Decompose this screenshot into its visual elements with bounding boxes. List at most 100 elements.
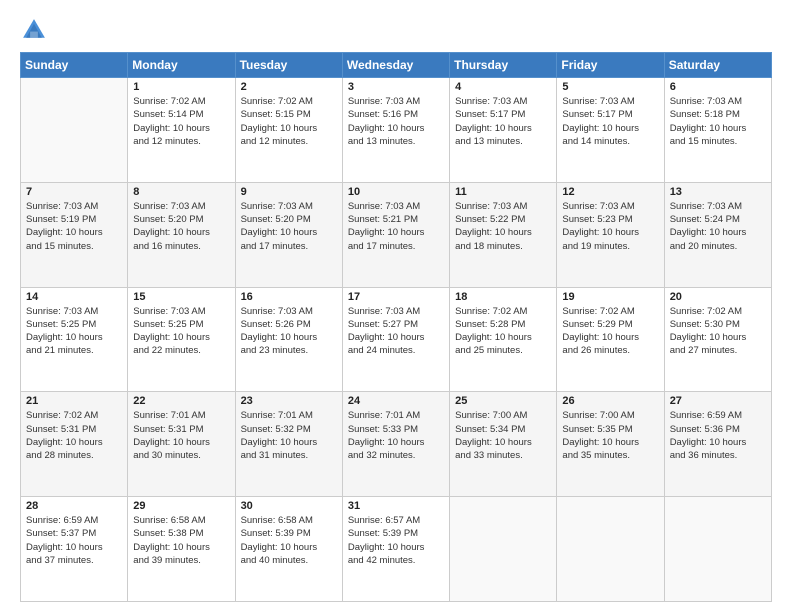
day-number: 1	[133, 81, 229, 93]
weekday-header: Tuesday	[235, 53, 342, 78]
day-number: 22	[133, 395, 229, 407]
weekday-header: Thursday	[450, 53, 557, 78]
calendar-cell: 21Sunrise: 7:02 AMSunset: 5:31 PMDayligh…	[21, 392, 128, 497]
day-number: 26	[562, 395, 658, 407]
day-info: Sunrise: 7:03 AMSunset: 5:22 PMDaylight:…	[455, 200, 551, 253]
day-info: Sunrise: 7:01 AMSunset: 5:33 PMDaylight:…	[348, 409, 444, 462]
calendar-cell: 9Sunrise: 7:03 AMSunset: 5:20 PMDaylight…	[235, 182, 342, 287]
calendar-cell: 1 Sunrise: 7:02 AMSunset: 5:14 PMDaylight…	[128, 78, 235, 183]
calendar-cell: 23 Sunrise: 7:01 AMSunset: 5:32 PMDayligh…	[235, 392, 342, 497]
day-info: Sunrise: 7:02 AMSunset: 5:29 PMDaylight:…	[562, 305, 658, 358]
day-number: 27	[670, 395, 766, 407]
calendar-cell	[450, 497, 557, 602]
day-number: 25	[455, 395, 551, 407]
day-info: Sunrise: 7:00 AMSunset: 5:35 PMDaylight:…	[562, 409, 658, 462]
calendar-cell: 4 Sunrise: 7:03 AMSunset: 5:17 PMDaylight…	[450, 78, 557, 183]
day-info: Sunrise: 7:01 AMSunset: 5:31 PMDaylight:…	[133, 409, 229, 462]
day-info: Sunrise: 6:59 AMSunset: 5:37 PMDaylight:…	[26, 514, 122, 567]
calendar-cell: 12 Sunrise: 7:03 AMSunset: 5:23 PMDayligh…	[557, 182, 664, 287]
calendar-week-row: 28 Sunrise: 6:59 AMSunset: 5:37 PMDayligh…	[21, 497, 772, 602]
day-info: Sunrise: 7:03 AMSunset: 5:21 PMDaylight:…	[348, 200, 444, 253]
calendar-cell: 28 Sunrise: 6:59 AMSunset: 5:37 PMDayligh…	[21, 497, 128, 602]
header	[20, 16, 772, 44]
day-info: Sunrise: 7:03 AMSunset: 5:20 PMDaylight:…	[133, 200, 229, 253]
calendar-cell: 8 Sunrise: 7:03 AMSunset: 5:20 PMDaylight…	[128, 182, 235, 287]
day-info: Sunrise: 7:03 AMSunset: 5:17 PMDaylight:…	[562, 95, 658, 148]
day-number: 12	[562, 186, 658, 198]
day-number: 3	[348, 81, 444, 93]
calendar-cell: 2 Sunrise: 7:02 AMSunset: 5:15 PMDaylight…	[235, 78, 342, 183]
day-number: 10	[348, 186, 444, 198]
day-number: 11	[455, 186, 551, 198]
logo-icon	[20, 16, 48, 44]
calendar-cell: 13 Sunrise: 7:03 AMSunset: 5:24 PMDayligh…	[664, 182, 771, 287]
day-info: Sunrise: 7:03 AMSunset: 5:25 PMDaylight:…	[133, 305, 229, 358]
calendar-cell: 25 Sunrise: 7:00 AMSunset: 5:34 PMDayligh…	[450, 392, 557, 497]
calendar: SundayMondayTuesdayWednesdayThursdayFrid…	[20, 52, 772, 602]
day-info: Sunrise: 6:57 AMSunset: 5:39 PMDaylight:…	[348, 514, 444, 567]
day-info: Sunrise: 7:02 AMSunset: 5:30 PMDaylight:…	[670, 305, 766, 358]
calendar-cell: 18 Sunrise: 7:02 AMSunset: 5:28 PMDayligh…	[450, 287, 557, 392]
day-info: Sunrise: 7:01 AMSunset: 5:32 PMDaylight:…	[241, 409, 337, 462]
day-info: Sunrise: 7:03 AMSunset: 5:26 PMDaylight:…	[241, 305, 337, 358]
calendar-week-row: 7Sunrise: 7:03 AMSunset: 5:19 PMDaylight…	[21, 182, 772, 287]
day-info: Sunrise: 7:03 AMSunset: 5:23 PMDaylight:…	[562, 200, 658, 253]
calendar-header-row: SundayMondayTuesdayWednesdayThursdayFrid…	[21, 53, 772, 78]
logo	[20, 16, 52, 44]
day-number: 14	[26, 291, 122, 303]
day-info: Sunrise: 7:03 AMSunset: 5:24 PMDaylight:…	[670, 200, 766, 253]
day-info: Sunrise: 7:02 AMSunset: 5:28 PMDaylight:…	[455, 305, 551, 358]
calendar-cell: 26 Sunrise: 7:00 AMSunset: 5:35 PMDayligh…	[557, 392, 664, 497]
calendar-week-row: 1 Sunrise: 7:02 AMSunset: 5:14 PMDaylight…	[21, 78, 772, 183]
calendar-cell: 29 Sunrise: 6:58 AMSunset: 5:38 PMDayligh…	[128, 497, 235, 602]
day-number: 28	[26, 500, 122, 512]
calendar-cell: 31Sunrise: 6:57 AMSunset: 5:39 PMDayligh…	[342, 497, 449, 602]
day-number: 2	[241, 81, 337, 93]
day-info: Sunrise: 6:59 AMSunset: 5:36 PMDaylight:…	[670, 409, 766, 462]
day-number: 21	[26, 395, 122, 407]
page: SundayMondayTuesdayWednesdayThursdayFrid…	[0, 0, 792, 612]
calendar-cell: 6Sunrise: 7:03 AMSunset: 5:18 PMDaylight…	[664, 78, 771, 183]
day-info: Sunrise: 6:58 AMSunset: 5:39 PMDaylight:…	[241, 514, 337, 567]
day-info: Sunrise: 7:03 AMSunset: 5:20 PMDaylight:…	[241, 200, 337, 253]
calendar-cell	[557, 497, 664, 602]
day-number: 13	[670, 186, 766, 198]
day-number: 5	[562, 81, 658, 93]
day-number: 4	[455, 81, 551, 93]
day-number: 18	[455, 291, 551, 303]
calendar-cell: 22 Sunrise: 7:01 AMSunset: 5:31 PMDayligh…	[128, 392, 235, 497]
day-info: Sunrise: 7:03 AMSunset: 5:27 PMDaylight:…	[348, 305, 444, 358]
day-info: Sunrise: 7:02 AMSunset: 5:15 PMDaylight:…	[241, 95, 337, 148]
calendar-cell: 16 Sunrise: 7:03 AMSunset: 5:26 PMDayligh…	[235, 287, 342, 392]
day-info: Sunrise: 7:03 AMSunset: 5:25 PMDaylight:…	[26, 305, 122, 358]
day-number: 24	[348, 395, 444, 407]
day-number: 23	[241, 395, 337, 407]
weekday-header: Monday	[128, 53, 235, 78]
day-number: 29	[133, 500, 229, 512]
day-number: 7	[26, 186, 122, 198]
day-number: 15	[133, 291, 229, 303]
weekday-header: Sunday	[21, 53, 128, 78]
calendar-cell: 10 Sunrise: 7:03 AMSunset: 5:21 PMDayligh…	[342, 182, 449, 287]
calendar-cell: 24 Sunrise: 7:01 AMSunset: 5:33 PMDayligh…	[342, 392, 449, 497]
day-number: 16	[241, 291, 337, 303]
calendar-cell	[21, 78, 128, 183]
calendar-cell: 30Sunrise: 6:58 AMSunset: 5:39 PMDayligh…	[235, 497, 342, 602]
calendar-cell: 15 Sunrise: 7:03 AMSunset: 5:25 PMDayligh…	[128, 287, 235, 392]
day-info: Sunrise: 6:58 AMSunset: 5:38 PMDaylight:…	[133, 514, 229, 567]
calendar-cell: 7Sunrise: 7:03 AMSunset: 5:19 PMDaylight…	[21, 182, 128, 287]
weekday-header: Wednesday	[342, 53, 449, 78]
calendar-cell: 5 Sunrise: 7:03 AMSunset: 5:17 PMDaylight…	[557, 78, 664, 183]
day-info: Sunrise: 7:03 AMSunset: 5:16 PMDaylight:…	[348, 95, 444, 148]
day-info: Sunrise: 7:02 AMSunset: 5:14 PMDaylight:…	[133, 95, 229, 148]
weekday-header: Saturday	[664, 53, 771, 78]
day-number: 19	[562, 291, 658, 303]
calendar-cell	[664, 497, 771, 602]
calendar-week-row: 21Sunrise: 7:02 AMSunset: 5:31 PMDayligh…	[21, 392, 772, 497]
calendar-cell: 19 Sunrise: 7:02 AMSunset: 5:29 PMDayligh…	[557, 287, 664, 392]
calendar-cell: 14 Sunrise: 7:03 AMSunset: 5:25 PMDayligh…	[21, 287, 128, 392]
day-info: Sunrise: 7:03 AMSunset: 5:17 PMDaylight:…	[455, 95, 551, 148]
day-number: 8	[133, 186, 229, 198]
calendar-cell: 20Sunrise: 7:02 AMSunset: 5:30 PMDayligh…	[664, 287, 771, 392]
day-info: Sunrise: 7:00 AMSunset: 5:34 PMDaylight:…	[455, 409, 551, 462]
